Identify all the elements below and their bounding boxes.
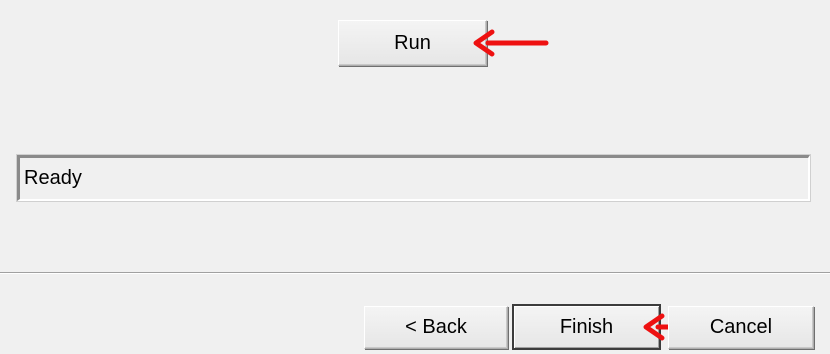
left-arrow-icon (473, 29, 549, 57)
wizard-page: Run < Back Finish Cancel (0, 0, 830, 354)
back-button[interactable]: < Back (364, 306, 508, 349)
run-button[interactable]: Run (338, 20, 487, 66)
separator (0, 272, 830, 274)
cancel-button[interactable]: Cancel (668, 306, 814, 349)
finish-button[interactable]: Finish (512, 304, 661, 350)
status-field[interactable] (17, 155, 810, 201)
